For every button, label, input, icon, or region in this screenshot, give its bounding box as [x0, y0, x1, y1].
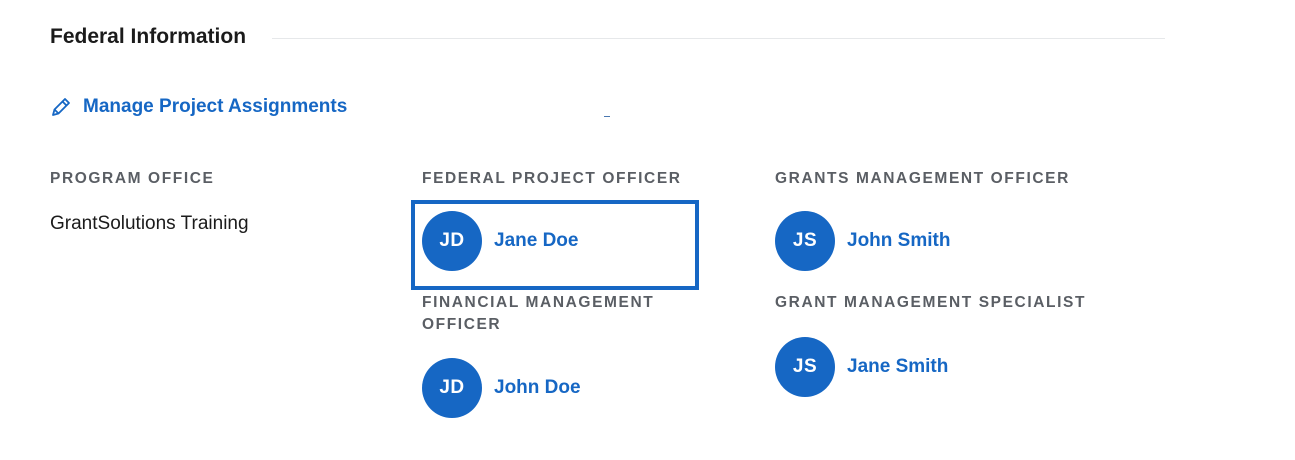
program-office-value: GrantSolutions Training	[50, 213, 249, 234]
avatar: JS	[775, 337, 835, 397]
section-title: Federal Information	[50, 25, 247, 48]
grants-management-officer-name[interactable]: John Smith	[847, 230, 950, 252]
grants-management-officer-heading: GRANTS MANAGEMENT OFFICER	[775, 170, 1070, 187]
pencil-icon	[50, 96, 72, 118]
section-divider	[272, 37, 1165, 39]
federal-project-officer-name[interactable]: Jane Doe	[494, 230, 578, 252]
financial-management-officer-heading-line2: OFFICER	[422, 316, 502, 333]
manage-project-assignments-label: Manage Project Assignments	[83, 96, 348, 117]
grants-management-officer-person[interactable]: JS John Smith	[775, 211, 950, 271]
manage-project-assignments-link[interactable]: Manage Project Assignments	[50, 92, 347, 122]
financial-management-officer-heading: FINANCIAL MANAGEMENT OFFICER	[422, 292, 654, 336]
financial-management-officer-person[interactable]: JD John Doe	[422, 358, 581, 418]
avatar: JS	[775, 211, 835, 271]
federal-project-officer-heading: FEDERAL PROJECT OFFICER	[422, 170, 682, 187]
avatar: JD	[422, 358, 482, 418]
grant-management-specialist-person[interactable]: JS Jane Smith	[775, 337, 948, 397]
program-office-heading: PROGRAM OFFICE	[50, 170, 215, 187]
financial-management-officer-name[interactable]: John Doe	[494, 377, 581, 399]
financial-management-officer-heading-line1: FINANCIAL MANAGEMENT	[422, 294, 655, 311]
federal-project-officer-person[interactable]: JD Jane Doe	[422, 211, 578, 271]
divider-dash	[604, 116, 610, 117]
avatar: JD	[422, 211, 482, 271]
section-header: Federal Information	[50, 22, 1165, 52]
grant-management-specialist-heading: GRANT MANAGEMENT SPECIALIST	[775, 294, 1087, 311]
grant-management-specialist-name[interactable]: Jane Smith	[847, 356, 948, 378]
